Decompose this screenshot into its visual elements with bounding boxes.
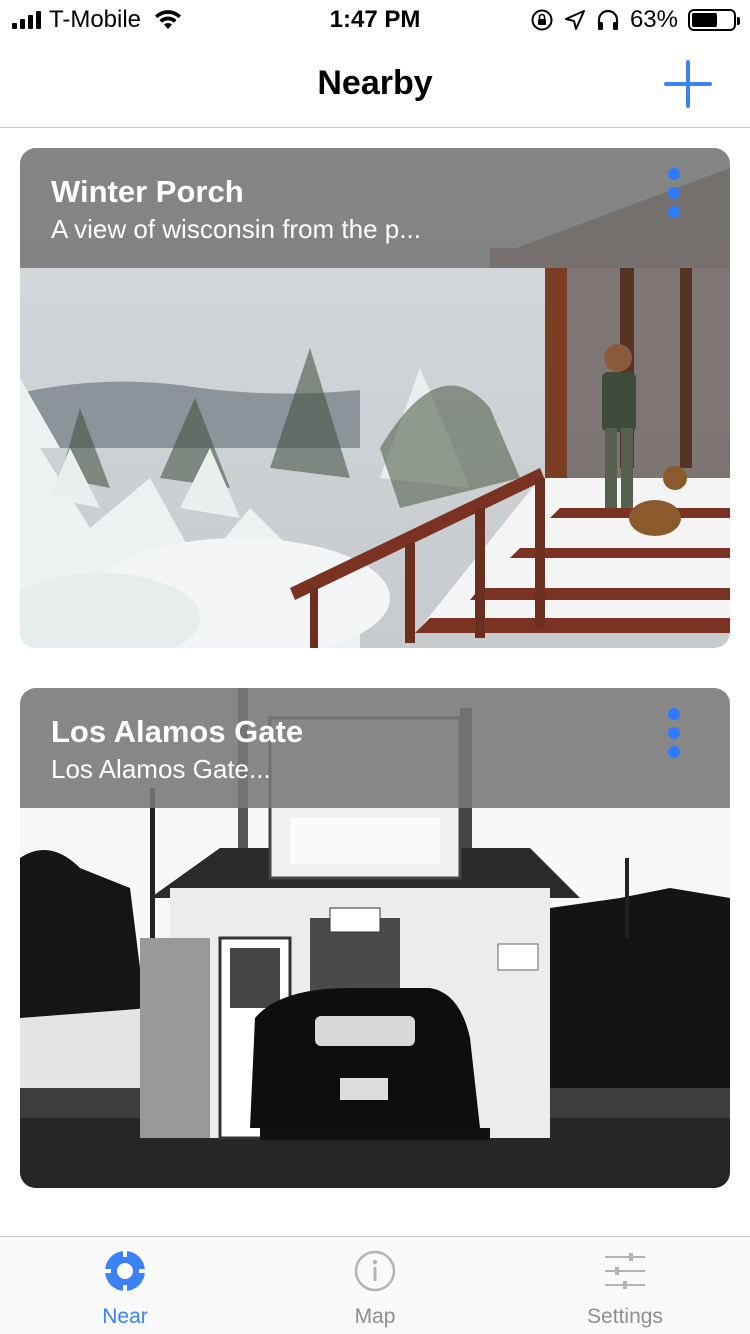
tab-label: Near [102, 1305, 148, 1328]
location-icon [564, 10, 585, 30]
card-subtitle: A view of wisconsin from the p... [51, 214, 421, 244]
tab-map[interactable]: Map [250, 1237, 500, 1334]
more-vertical-icon[interactable] [664, 168, 684, 218]
card-title: Los Alamos Gate [51, 714, 304, 749]
battery-icon [688, 9, 740, 31]
battery-fill [692, 13, 718, 27]
status-right: 63% [530, 6, 740, 34]
headphones-icon [597, 9, 619, 30]
tab-settings[interactable]: Settings [500, 1237, 750, 1334]
sliders-icon [605, 1253, 645, 1289]
navigation-bar: Nearby [0, 40, 750, 128]
more-vertical-icon[interactable] [664, 708, 684, 758]
info-icon [354, 1250, 396, 1292]
location-card[interactable]: Los Alamos Gate Los Alamos Gate... [20, 688, 730, 1188]
card-header: Winter Porch A view of wisconsin from th… [20, 148, 730, 268]
card-subtitle: Los Alamos Gate... [51, 754, 271, 784]
tab-bar: Near Map Settings [0, 1236, 750, 1334]
page-title: Nearby [317, 64, 433, 102]
status-bar: T-Mobile 1:47 PM 63% [0, 0, 750, 40]
tab-near[interactable]: Near [0, 1237, 250, 1334]
crosshair-icon [103, 1249, 147, 1293]
tab-label: Map [354, 1305, 396, 1328]
battery-percent: 63% [629, 6, 678, 33]
card-header: Los Alamos Gate Los Alamos Gate... [20, 688, 730, 808]
card-title: Winter Porch [51, 174, 244, 209]
add-button[interactable] [662, 58, 714, 110]
tab-label: Settings [587, 1305, 663, 1328]
location-card[interactable]: Winter Porch A view of wisconsin from th… [20, 148, 730, 648]
rotation-lock-icon [531, 9, 553, 31]
